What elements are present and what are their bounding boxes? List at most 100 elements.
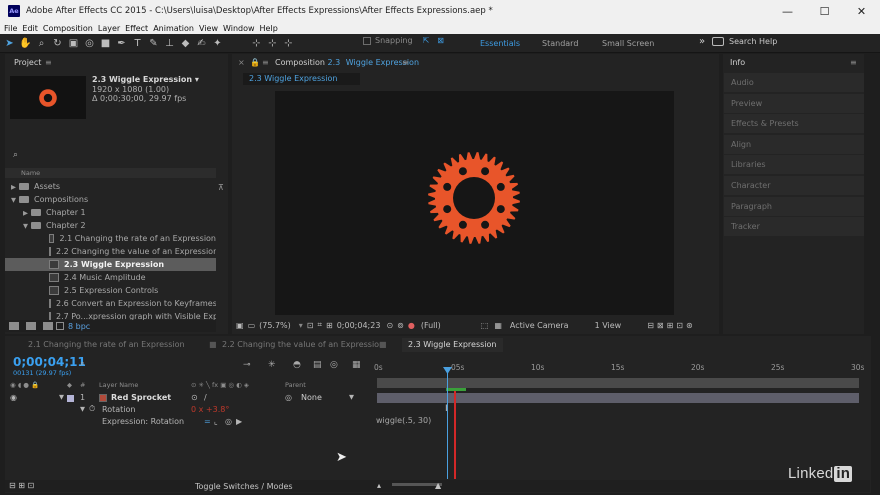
camera-tool-icon[interactable]: ▣: [67, 37, 80, 50]
viewer-tab-menu-icon[interactable]: ≡: [402, 58, 409, 67]
shy-layers-icon[interactable]: ◓: [293, 360, 301, 370]
project-item[interactable]: ▶ Chapter 1: [5, 206, 216, 219]
workspace-essentials[interactable]: Essentials: [480, 39, 520, 48]
project-item[interactable]: ▶ Assets: [5, 180, 216, 193]
timeline-tab-2-2[interactable]: 2.2 Changing the value of an Expression: [222, 338, 384, 352]
project-item[interactable]: 2.1 Changing the rate of an Expression: [5, 232, 216, 245]
selection-tool-icon[interactable]: ➤: [3, 37, 16, 50]
folder-expanded-icon[interactable]: ▼: [23, 222, 31, 230]
project-item[interactable]: ▼ Compositions: [5, 193, 216, 206]
comp-info-name[interactable]: 2.3 Wiggle Expression ▾: [92, 75, 199, 85]
project-item[interactable]: 2.4 Music Amplitude: [5, 271, 216, 284]
timeline-tab-2-1[interactable]: 2.1 Changing the rate of an Expression: [28, 338, 185, 352]
workspace-standard[interactable]: Standard: [542, 39, 578, 48]
grid-icon[interactable]: ⌗: [318, 320, 323, 330]
always-preview-icon[interactable]: ▣: [236, 321, 244, 330]
project-search-icon[interactable]: ⌕: [13, 150, 18, 160]
color-depth-icon[interactable]: [56, 322, 64, 330]
panel-tracker[interactable]: Tracker: [724, 217, 864, 237]
viewer-close-icon[interactable]: ×: [238, 58, 245, 67]
zoom-dropdown-chevron-icon[interactable]: ▾: [299, 321, 303, 330]
expression-pick-whip-icon[interactable]: ◎: [225, 417, 232, 426]
maximize-button[interactable]: ☐: [806, 0, 843, 22]
composition-tab[interactable]: Composition 2.3 Wiggle Expression: [275, 58, 419, 67]
menu-edit[interactable]: Edit: [22, 24, 38, 33]
current-time-display[interactable]: 0;00;04;11: [13, 355, 86, 369]
zoom-in-time-icon[interactable]: ▲: [435, 481, 441, 490]
magnification-dropdown[interactable]: (75.7%): [259, 321, 291, 330]
snap-edges-icon[interactable]: ⇱: [423, 36, 430, 45]
bpc-label[interactable]: 8 bpc: [68, 322, 90, 331]
resolution-dropdown[interactable]: (Full): [421, 321, 441, 330]
expression-graph-icon[interactable]: ⌞: [214, 417, 218, 426]
pen-tool-icon[interactable]: ✒: [115, 37, 128, 50]
enable-expression-icon[interactable]: =: [204, 417, 211, 426]
local-axis-icon[interactable]: ⊹: [250, 37, 263, 50]
composition-canvas[interactable]: [275, 91, 674, 315]
reset-exposure-icon[interactable]: ⊛: [686, 321, 693, 330]
show-snapshot-icon[interactable]: ⊚: [397, 321, 404, 330]
flowchart-view-icon[interactable]: ⊡: [676, 321, 683, 330]
panel-audio[interactable]: Audio: [724, 73, 864, 92]
rotation-property-row[interactable]: ▼ ⏱ Rotation 0 x +3.8°: [5, 404, 371, 416]
panel-character[interactable]: Character: [724, 176, 864, 195]
camera-dropdown[interactable]: Active Camera: [510, 321, 569, 330]
timeline-tab-2-2-close-icon[interactable]: ■: [379, 338, 387, 352]
info-tab[interactable]: Info: [730, 58, 745, 67]
snap-features-icon[interactable]: ⊠: [437, 36, 444, 45]
new-comp-icon[interactable]: [43, 322, 53, 330]
menu-help[interactable]: Help: [260, 24, 278, 33]
graph-editor-icon[interactable]: ▦: [352, 360, 361, 370]
collapse-switch-icon[interactable]: ⊙: [191, 393, 198, 402]
interpret-footage-icon[interactable]: [9, 322, 19, 330]
workspace-small-screen[interactable]: Small Screen: [602, 39, 654, 48]
lock-icon[interactable]: 🔒: [250, 58, 260, 67]
timeline-tab-2-3[interactable]: 2.3 Wiggle Expression: [402, 338, 503, 352]
panel-paragraph[interactable]: Paragraph: [724, 196, 864, 216]
search-help[interactable]: Search Help: [712, 37, 777, 46]
timeline-search-icon[interactable]: ⌕: [80, 359, 85, 369]
rectangle-tool-icon[interactable]: ■: [99, 37, 112, 50]
folder-collapsed-icon[interactable]: ▶: [23, 209, 31, 217]
frame-blending-icon[interactable]: ▤: [313, 360, 322, 370]
panel-preview[interactable]: Preview: [724, 93, 864, 113]
timeline-link-icon[interactable]: ⊞: [667, 321, 674, 330]
panel-libraries[interactable]: Libraries: [724, 155, 864, 175]
project-panel-menu-icon[interactable]: ≡: [45, 58, 52, 67]
snapping-checkbox[interactable]: [363, 36, 371, 45]
video-eye-icon[interactable]: ◉: [10, 393, 17, 402]
fast-previews-icon[interactable]: ⊠: [657, 321, 664, 330]
layer-row-red-sprocket[interactable]: ◉ ▼ 1 Red Sprocket ⊙ / ◎ None ▼: [5, 392, 371, 404]
safe-margins-icon[interactable]: ⊡: [307, 321, 314, 330]
expression-language-menu-icon[interactable]: ▶: [236, 417, 242, 426]
parent-dropdown-chevron-icon[interactable]: ▼: [349, 393, 354, 401]
flowchart-icon[interactable]: ⊼: [218, 183, 224, 192]
zoom-tool-icon[interactable]: ⌕: [35, 37, 48, 50]
menu-layer[interactable]: Layer: [98, 24, 120, 33]
quality-switch-icon[interactable]: /: [204, 393, 207, 402]
workspaces-more-button[interactable]: »: [699, 36, 705, 47]
hand-tool-icon[interactable]: ✋: [19, 37, 32, 50]
current-time-readout[interactable]: 0;00;04;23: [337, 321, 381, 330]
layer-duration-bar[interactable]: [377, 393, 859, 403]
pick-whip-icon[interactable]: ◎: [285, 393, 292, 402]
project-tab[interactable]: Project: [14, 58, 41, 67]
minimize-button[interactable]: —: [769, 0, 806, 22]
project-item[interactable]: 2.2 Changing the value of an Expression: [5, 245, 216, 258]
panel-effects-presets[interactable]: Effects & Presets: [724, 114, 864, 134]
project-item[interactable]: 2.3 Wiggle Expression: [5, 258, 216, 271]
layer-label-color[interactable]: [67, 395, 74, 402]
rotate-tool-icon[interactable]: ↻: [51, 37, 64, 50]
pan-behind-tool-icon[interactable]: ◎: [83, 37, 96, 50]
rotation-expand-icon[interactable]: ▼: [80, 405, 85, 413]
toggle-pixel-aspect-icon[interactable]: ⊟: [647, 321, 654, 330]
mask-visibility-icon[interactable]: ⊞: [326, 321, 333, 330]
view-layout-dropdown[interactable]: 1 View: [595, 321, 622, 330]
panel-align[interactable]: Align: [724, 134, 864, 154]
type-tool-icon[interactable]: T: [131, 37, 144, 50]
viewer-menu-icon[interactable]: ≡: [262, 58, 269, 67]
puppet-pin-tool-icon[interactable]: ✦: [211, 37, 224, 50]
toggle-switches-modes-button[interactable]: Toggle Switches / Modes: [195, 482, 293, 491]
clone-stamp-tool-icon[interactable]: ⊥: [163, 37, 176, 50]
layer-name-header[interactable]: Layer Name: [99, 381, 138, 389]
